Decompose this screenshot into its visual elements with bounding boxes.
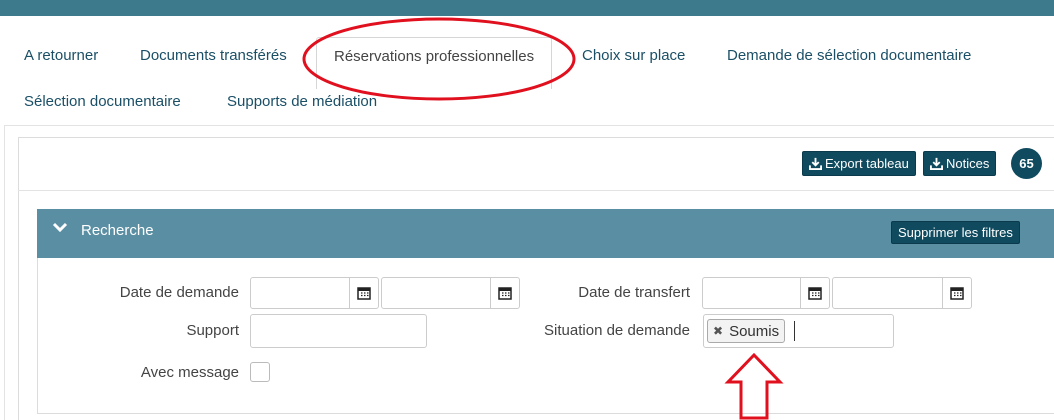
date-transfert-to-calendar-button[interactable]: [942, 277, 972, 309]
download-icon: [930, 157, 943, 170]
top-bar: [0, 0, 1054, 16]
export-tableau-label: Export tableau: [825, 156, 909, 171]
calendar-icon: [950, 287, 964, 300]
situation-tag-label: Soumis: [729, 322, 780, 340]
text-caret: [794, 321, 795, 341]
situation-demande-label: Situation de demande: [544, 322, 690, 339]
date-demande-label: Date de demande: [119, 284, 239, 301]
date-demande-from-input[interactable]: [250, 277, 350, 309]
notices-label: Notices: [946, 156, 990, 171]
tab-choix-sur-place[interactable]: Choix sur place: [582, 47, 685, 64]
tab-demande-selection-documentaire[interactable]: Demande de sélection documentaire: [727, 47, 971, 64]
avec-message-label: Avec message: [140, 364, 239, 381]
download-icon: [809, 157, 822, 170]
situation-tag-soumis: ✖ Soumis: [707, 319, 786, 343]
search-title: Recherche: [81, 222, 154, 239]
date-transfert-to-input[interactable]: [832, 277, 944, 309]
date-demande-to-calendar-button[interactable]: [490, 277, 520, 309]
avec-message-checkbox[interactable]: [250, 362, 270, 382]
date-demande-from-calendar-button[interactable]: [349, 277, 379, 309]
result-count-badge: 65: [1011, 148, 1042, 179]
support-label: Support: [186, 322, 239, 339]
calendar-icon: [498, 287, 512, 300]
tab-supports-de-mediation[interactable]: Supports de médiation: [227, 93, 377, 110]
tab-a-retourner[interactable]: A retourner: [24, 47, 98, 64]
date-transfert-from-input[interactable]: [702, 277, 802, 309]
chevron-down-icon[interactable]: [52, 221, 68, 235]
calendar-icon: [808, 287, 822, 300]
support-input[interactable]: [250, 314, 427, 348]
calendar-icon: [357, 287, 371, 300]
export-tableau-button[interactable]: Export tableau: [802, 151, 916, 176]
date-transfert-label: Date de transfert: [578, 284, 690, 301]
date-transfert-from-calendar-button[interactable]: [800, 277, 830, 309]
close-icon[interactable]: ✖: [713, 324, 723, 338]
tab-selection-documentaire[interactable]: Sélection documentaire: [24, 93, 181, 110]
supprimer-filtres-button[interactable]: Supprimer les filtres: [891, 221, 1020, 244]
notices-button[interactable]: Notices: [923, 151, 997, 176]
tab-reservations-professionnelles[interactable]: Réservations professionnelles: [316, 37, 553, 89]
date-demande-to-input[interactable]: [381, 277, 491, 309]
toolbar-divider: [18, 190, 1054, 191]
tab-documents-transferes[interactable]: Documents transférés: [140, 47, 287, 64]
